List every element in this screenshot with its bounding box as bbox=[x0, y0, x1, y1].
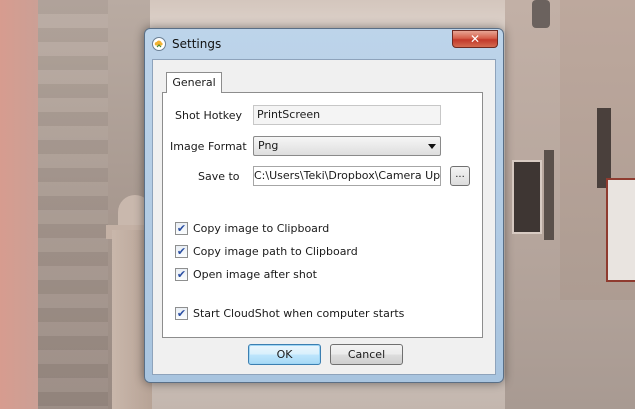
open-image-checkbox[interactable]: ✔ bbox=[175, 268, 188, 281]
shot-hotkey-field[interactable]: PrintScreen bbox=[253, 105, 441, 125]
copy-path-checkbox[interactable]: ✔ bbox=[175, 245, 188, 258]
background-pink-wall bbox=[0, 0, 42, 409]
title-bar[interactable]: Settings ✕ bbox=[145, 29, 503, 59]
shot-hotkey-label: Shot Hotkey bbox=[175, 109, 243, 122]
copy-path-label[interactable]: Copy image path to Clipboard bbox=[193, 245, 358, 258]
cancel-button[interactable]: Cancel bbox=[330, 344, 403, 365]
ok-button[interactable]: OK bbox=[248, 344, 321, 365]
background-window bbox=[512, 160, 542, 234]
image-format-label: Image Format bbox=[170, 140, 247, 153]
close-icon: ✕ bbox=[469, 32, 481, 46]
background-street-lamp bbox=[532, 0, 550, 28]
copy-image-label[interactable]: Copy image to Clipboard bbox=[193, 222, 329, 235]
browse-button[interactable]: ... bbox=[450, 166, 470, 186]
general-tab-panel: Shot Hotkey PrintScreen Image Format Png… bbox=[162, 92, 483, 338]
dialog-client-area: General Shot Hotkey PrintScreen Image Fo… bbox=[152, 59, 496, 375]
copy-image-checkbox[interactable]: ✔ bbox=[175, 222, 188, 235]
start-on-boot-checkbox[interactable]: ✔ bbox=[175, 307, 188, 320]
start-on-boot-label[interactable]: Start CloudShot when computer starts bbox=[193, 307, 404, 320]
save-to-label: Save to bbox=[198, 170, 240, 183]
tab-general[interactable]: General bbox=[166, 72, 222, 93]
background-window bbox=[544, 150, 554, 240]
background-shopfront bbox=[606, 178, 635, 282]
window-title: Settings bbox=[172, 37, 222, 51]
chevron-down-icon bbox=[428, 144, 436, 149]
background-left-building-texture bbox=[38, 0, 108, 409]
save-to-path-input[interactable]: C:\Users\Teki\Dropbox\Camera Uploads bbox=[253, 166, 441, 186]
background-window bbox=[597, 108, 611, 188]
close-button[interactable]: ✕ bbox=[452, 30, 498, 48]
image-format-value: Png bbox=[258, 139, 279, 152]
image-format-select[interactable]: Png bbox=[253, 136, 441, 156]
settings-dialog: Settings ✕ General Shot Hotkey PrintScre… bbox=[144, 28, 504, 383]
open-image-label[interactable]: Open image after shot bbox=[193, 268, 317, 281]
cloud-icon bbox=[152, 37, 166, 51]
